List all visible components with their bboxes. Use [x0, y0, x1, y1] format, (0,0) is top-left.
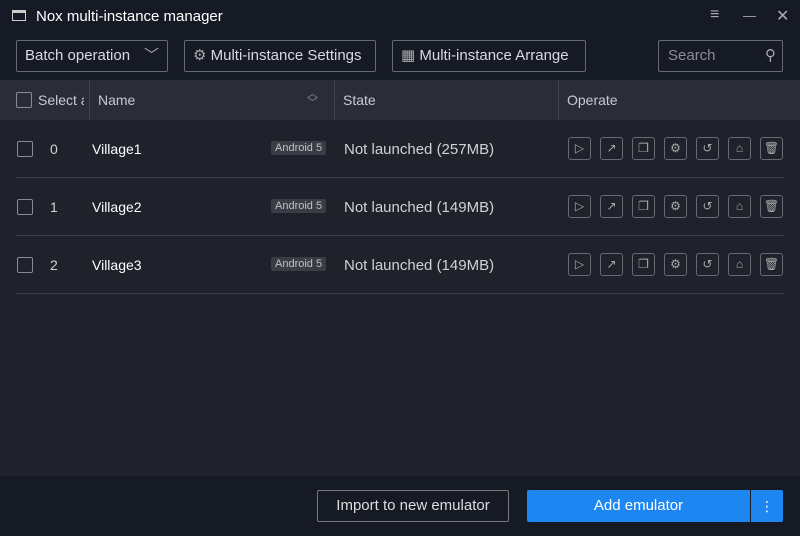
window-title: Nox multi-instance manager: [36, 8, 223, 25]
batch-label: Batch operation: [25, 47, 131, 64]
delete-button[interactable]: 🗑: [760, 253, 783, 276]
state-header: State: [343, 92, 376, 108]
search-icon: ⚲: [765, 47, 776, 64]
clean-button[interactable]: ⌂: [728, 253, 751, 276]
play-button[interactable]: ▷: [568, 253, 591, 276]
instance-index: 0: [50, 141, 58, 157]
backup-icon: ↺: [702, 199, 713, 213]
settings-icon: ⚙: [670, 199, 681, 213]
shortcut-icon: ↗: [606, 141, 617, 155]
clean-icon: ⌂: [735, 257, 744, 271]
table-row: 1 Village2 Android 5 Not launched (149MB…: [16, 178, 784, 236]
instance-state: Not launched (149MB): [344, 199, 495, 216]
play-button[interactable]: ▷: [568, 195, 591, 218]
copy-button[interactable]: ❐: [632, 253, 655, 276]
shortcut-icon: ↗: [606, 257, 617, 271]
settings-icon: ⚙: [670, 257, 681, 271]
clean-button[interactable]: ⌂: [728, 137, 751, 160]
shortcut-button[interactable]: ↗: [600, 253, 623, 276]
clean-icon: ⌂: [735, 199, 744, 213]
sort-icon[interactable]: ︿ ﹀: [307, 89, 318, 109]
settings-button[interactable]: ⚙: [664, 137, 687, 160]
batch-operation-dropdown[interactable]: Batch operation ﹀: [16, 40, 168, 72]
grid-icon: ▦: [401, 47, 416, 64]
copy-button[interactable]: ❐: [632, 195, 655, 218]
android-version-badge: Android 5: [271, 199, 327, 213]
operate-buttons: ▷ ↗ ❐ ⚙ ↺ ⌂ 🗑: [568, 137, 783, 160]
name-header[interactable]: Name: [98, 92, 135, 108]
settings-label: Multi-instance Settings: [210, 47, 362, 64]
app-icon: [12, 10, 26, 21]
select-all-checkbox[interactable]: [16, 92, 32, 108]
shortcut-icon: ↗: [606, 199, 617, 213]
shortcut-button[interactable]: ↗: [600, 137, 623, 160]
arrange-label: Multi-instance Arrange: [419, 47, 569, 64]
settings-button[interactable]: ⚙: [664, 253, 687, 276]
more-options-button[interactable]: ⋮: [751, 490, 783, 522]
play-button[interactable]: ▷: [568, 137, 591, 160]
copy-button[interactable]: ❐: [632, 137, 655, 160]
backup-icon: ↺: [702, 257, 713, 271]
operate-buttons: ▷ ↗ ❐ ⚙ ↺ ⌂ 🗑: [568, 253, 783, 276]
instance-index: 2: [50, 257, 58, 273]
multi-instance-arrange-button[interactable]: ▦ Multi-instance Arrange: [392, 40, 586, 72]
column-divider: [558, 80, 559, 120]
play-icon: ▷: [574, 141, 585, 155]
copy-icon: ❐: [638, 199, 649, 213]
table-row: 2 Village3 Android 5 Not launched (149MB…: [16, 236, 784, 294]
copy-icon: ❐: [638, 141, 649, 155]
close-icon[interactable]: ✕: [776, 6, 789, 26]
delete-button[interactable]: 🗑: [760, 137, 783, 160]
shortcut-button[interactable]: ↗: [600, 195, 623, 218]
android-version-badge: Android 5: [271, 141, 327, 155]
settings-button[interactable]: ⚙: [664, 195, 687, 218]
instance-state: Not launched (257MB): [344, 141, 495, 158]
operate-buttons: ▷ ↗ ❐ ⚙ ↺ ⌂ 🗑: [568, 195, 783, 218]
instance-index: 1: [50, 199, 58, 215]
search-input[interactable]: Search ⚲: [658, 40, 783, 72]
table-row: 0 Village1 Android 5 Not launched (257MB…: [16, 120, 784, 178]
delete-icon: 🗑: [763, 257, 780, 271]
search-placeholder: Search: [668, 47, 716, 64]
row-checkbox[interactable]: [17, 257, 33, 273]
backup-button[interactable]: ↺: [696, 195, 719, 218]
delete-button[interactable]: 🗑: [760, 195, 783, 218]
backup-icon: ↺: [702, 141, 713, 155]
android-version-badge: Android 5: [271, 257, 327, 271]
add-emulator-button[interactable]: Add emulator: [527, 490, 750, 522]
chevron-down-icon: ﹀: [143, 47, 159, 64]
select-all-label: Select all: [38, 92, 84, 108]
delete-icon: 🗑: [763, 199, 780, 213]
column-divider: [89, 80, 90, 120]
instance-name[interactable]: Village1: [92, 141, 142, 157]
operate-header: Operate: [567, 92, 618, 108]
table-header: Select all Name ︿﹀ State Operate: [0, 80, 800, 120]
row-checkbox[interactable]: [17, 199, 33, 215]
play-icon: ▷: [574, 199, 585, 213]
instance-name[interactable]: Village3: [92, 257, 142, 273]
backup-button[interactable]: ↺: [696, 137, 719, 160]
minimize-icon[interactable]: —: [743, 8, 756, 23]
play-icon: ▷: [574, 257, 585, 271]
instance-name[interactable]: Village2: [92, 199, 142, 215]
column-divider: [334, 80, 335, 120]
row-checkbox[interactable]: [17, 141, 33, 157]
backup-button[interactable]: ↺: [696, 253, 719, 276]
copy-icon: ❐: [638, 257, 649, 271]
instance-state: Not launched (149MB): [344, 257, 495, 274]
delete-icon: 🗑: [763, 141, 780, 155]
settings-icon: ⚙: [670, 141, 681, 155]
multi-instance-settings-button[interactable]: ⚙ Multi-instance Settings: [184, 40, 376, 72]
clean-button[interactable]: ⌂: [728, 195, 751, 218]
menu-icon[interactable]: ≡: [710, 6, 719, 24]
gear-icon: ⚙: [193, 47, 207, 64]
import-button[interactable]: Import to new emulator: [317, 490, 509, 522]
clean-icon: ⌂: [735, 141, 744, 155]
